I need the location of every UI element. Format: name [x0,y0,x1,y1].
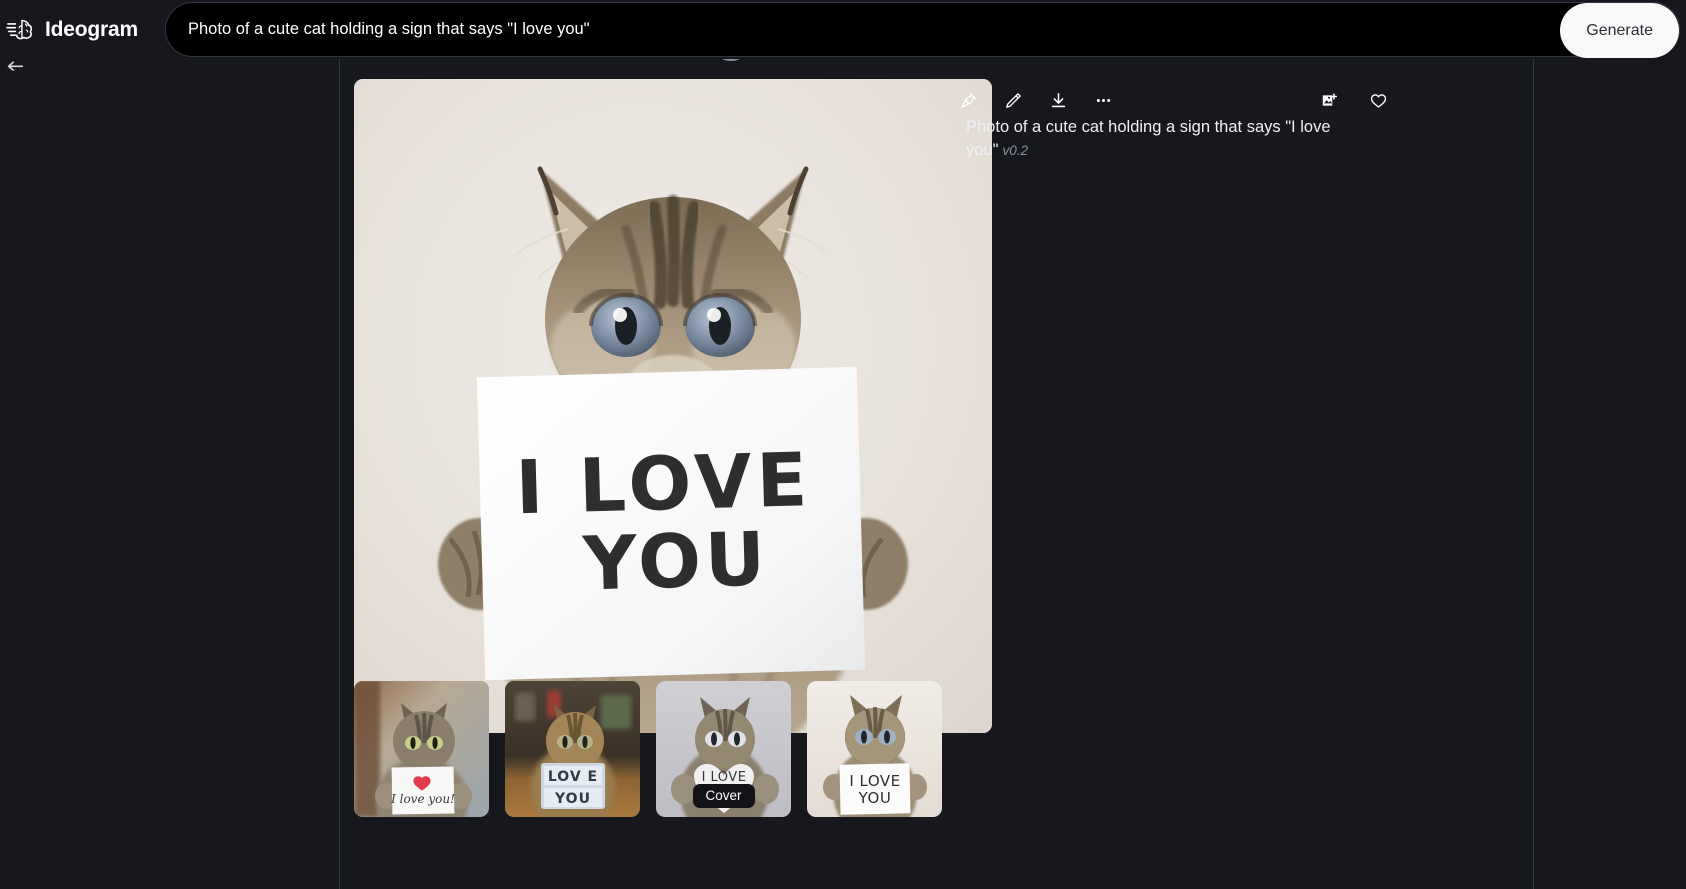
thumbnail-2[interactable]: LOV E YOU [505,681,640,817]
download-icon[interactable] [1042,84,1075,117]
svg-text:I LOVE: I LOVE [702,770,747,785]
svg-text:I love you!: I love you! [390,792,455,806]
right-sidebar [1534,59,1686,889]
app-header: Ideogram Generate [0,0,1686,59]
version-label: v0.2 [1002,143,1028,159]
svg-text:I LOVE: I LOVE [849,772,900,790]
ellipsis-icon[interactable] [1087,84,1120,117]
svg-text:LOV E: LOV E [548,769,598,785]
left-sidebar [0,59,339,889]
brain-logo-icon [6,15,36,45]
pencil-icon[interactable] [997,84,1030,117]
generated-image-preview[interactable]: I LOVE YOU [354,79,992,733]
heart-icon[interactable] [1362,84,1395,117]
body-area: I LOVE YOU Photo of a cute cat holding a… [0,51,1686,889]
prompt-bar: Generate [165,2,1680,58]
thumbnail-3[interactable]: I LOVE YOU Cover [656,681,791,817]
thumbnail-1[interactable]: I love you! [354,681,489,817]
svg-text:YOU: YOU [858,789,892,807]
image-secondary-toolbar [1313,80,1395,120]
generate-button[interactable]: Generate [1560,3,1679,58]
image-plus-icon[interactable] [1313,84,1346,117]
detail-panel: I LOVE YOU Photo of a cute cat holding a… [340,51,1533,889]
image-prompt-caption: Photo of a cute cat holding a sign that … [966,116,1370,163]
cover-badge: Cover [692,784,755,808]
brand-name: Ideogram [45,17,138,41]
svg-text:YOU: YOU [554,791,591,807]
svg-text:YOU: YOU [581,516,770,607]
back-arrow-icon[interactable] [4,59,26,81]
thumbnail-strip: I love you! LOV E YOU I LOVE Cover I LOV… [354,681,942,817]
pin-icon[interactable] [952,84,985,117]
image-action-toolbar [952,80,1120,120]
svg-text:I LOVE: I LOVE [514,437,813,531]
prompt-input[interactable] [166,3,1679,56]
prompt-bar-container: Generate [165,2,1686,58]
brand: Ideogram [0,15,165,45]
thumbnail-4[interactable]: I LOVE YOU [807,681,942,817]
